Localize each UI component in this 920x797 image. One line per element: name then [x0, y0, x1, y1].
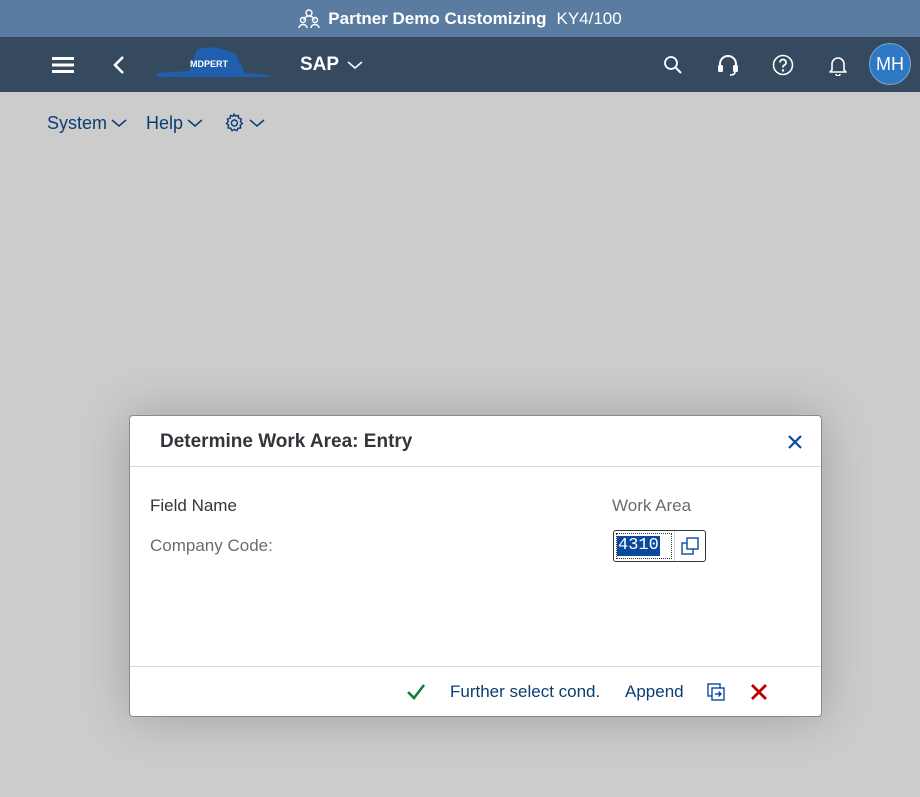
chevron-down-icon	[347, 60, 363, 70]
copy-button[interactable]	[706, 679, 730, 705]
search-icon	[664, 56, 682, 74]
work-area-header: Work Area	[612, 496, 692, 515]
search-button[interactable]	[660, 51, 686, 79]
menu-help-label: Help	[146, 112, 184, 133]
question-circle-icon	[772, 54, 794, 76]
app-title-button[interactable]: SAP	[300, 50, 363, 80]
menu-toolbar: System Help	[0, 92, 920, 152]
partner-group-icon	[298, 8, 320, 30]
work-area-dialog: Determine Work Area: Entry Field Name Wo…	[129, 415, 822, 717]
chevron-down-icon	[249, 118, 265, 128]
hamburger-icon	[52, 57, 74, 73]
dialog-header: Determine Work Area: Entry	[130, 416, 821, 467]
shell-bar: MDPERT SAP MH	[0, 37, 920, 92]
hamburger-menu-button[interactable]	[48, 51, 78, 79]
chevron-left-icon	[113, 56, 124, 74]
field-name-header: Field Name	[150, 496, 237, 515]
value-help-icon	[681, 537, 699, 555]
confirm-button[interactable]	[406, 679, 430, 705]
company-logo[interactable]: MDPERT	[153, 43, 273, 83]
chevron-down-icon	[187, 118, 203, 128]
dialog-title: Determine Work Area: Entry	[160, 431, 413, 452]
user-avatar[interactable]: MH	[869, 43, 911, 85]
gear-icon	[225, 113, 244, 132]
cancel-x-icon	[751, 684, 767, 700]
value-help-button[interactable]	[674, 531, 705, 561]
checkmark-icon	[407, 684, 426, 700]
help-button[interactable]	[770, 51, 796, 79]
window-title: Partner Demo Customizing	[328, 8, 547, 28]
append-button[interactable]: Append	[625, 679, 684, 705]
close-button[interactable]	[785, 432, 805, 452]
notifications-button[interactable]	[825, 51, 851, 79]
menu-system-label: System	[47, 112, 108, 133]
support-button[interactable]	[714, 51, 742, 79]
cancel-button[interactable]	[750, 679, 772, 705]
chevron-down-icon	[111, 118, 127, 128]
app-title: SAP	[300, 54, 340, 75]
menu-help[interactable]: Help	[146, 110, 203, 136]
settings-menu-button[interactable]	[223, 110, 265, 136]
logo-text: MDPERT	[190, 59, 229, 69]
bell-icon	[829, 57, 847, 76]
close-icon	[788, 435, 802, 449]
further-select-button[interactable]: Further select cond.	[450, 679, 600, 705]
system-id: KY4/100	[556, 8, 622, 28]
back-button[interactable]	[106, 51, 132, 79]
dialog-footer: Further select cond. Append	[130, 666, 821, 716]
headset-icon	[718, 55, 738, 76]
copy-arrow-icon	[707, 683, 725, 701]
company-code-value: 4310	[617, 536, 660, 556]
menu-system[interactable]: System	[47, 110, 127, 136]
company-code-input[interactable]: 4310	[616, 533, 672, 559]
company-code-input-group: 4310	[613, 530, 706, 562]
window-title-bar: Partner Demo Customizing KY4/100	[0, 0, 920, 37]
company-code-label: Company Code:	[150, 536, 273, 555]
